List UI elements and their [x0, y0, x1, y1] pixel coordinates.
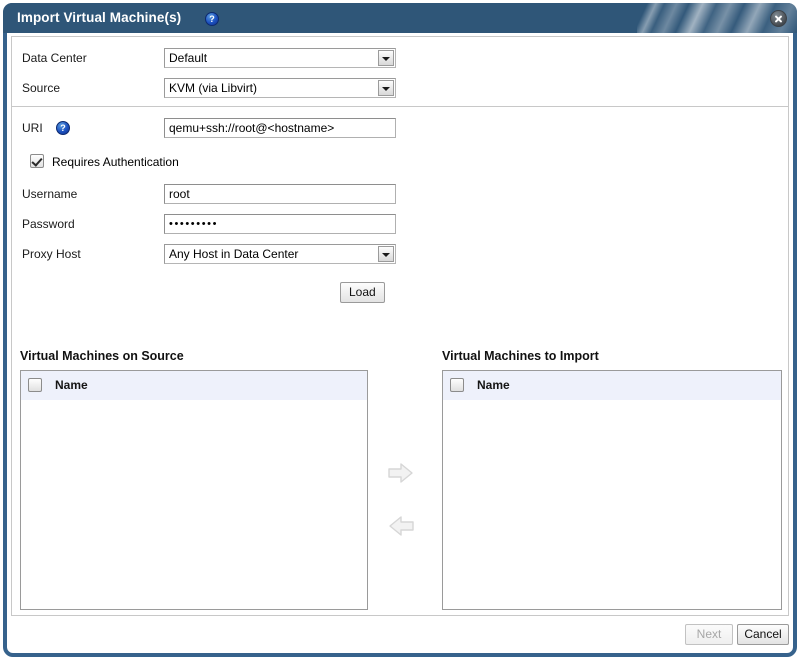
proxy-host-row: Proxy Host Any Host in Data Center	[12, 243, 788, 265]
next-button[interactable]: Next	[685, 624, 733, 645]
data-center-value: Default	[169, 49, 375, 67]
target-list[interactable]: Name	[442, 370, 782, 610]
source-select[interactable]: KVM (via Libvirt)	[164, 78, 396, 98]
source-select-all-checkbox[interactable]	[28, 378, 42, 392]
dialog-footer: Next Cancel	[7, 619, 793, 653]
requires-authentication-checkbox[interactable]	[30, 154, 44, 168]
data-center-select[interactable]: Default	[164, 48, 396, 68]
source-list-body[interactable]	[21, 400, 367, 609]
proxy-host-value: Any Host in Data Center	[169, 245, 375, 263]
source-list[interactable]: Name	[20, 370, 368, 610]
load-button[interactable]: Load	[340, 282, 385, 303]
chevron-down-icon[interactable]	[378, 246, 394, 262]
username-row: Username	[12, 183, 788, 205]
password-label: Password	[22, 213, 75, 235]
password-row: Password •••••••••	[12, 213, 788, 235]
uri-input[interactable]	[164, 118, 396, 138]
source-list-header: Name	[21, 371, 367, 401]
import-virtual-machines-dialog: Import Virtual Machine(s) ? Data Center …	[0, 0, 800, 660]
section-divider	[12, 106, 788, 107]
dialog-title: Import Virtual Machine(s)	[17, 3, 181, 33]
source-list-title: Virtual Machines on Source	[20, 349, 184, 363]
chevron-down-icon[interactable]	[378, 50, 394, 66]
cancel-button[interactable]: Cancel	[737, 624, 789, 645]
data-center-label: Data Center	[22, 47, 87, 69]
uri-help-circle-icon[interactable]: ?	[56, 121, 70, 135]
arrow-left-icon[interactable]	[388, 515, 414, 537]
source-column-header-name: Name	[55, 371, 88, 400]
proxy-host-select[interactable]: Any Host in Data Center	[164, 244, 396, 264]
chevron-down-icon[interactable]	[378, 80, 394, 96]
data-center-row: Data Center Default	[12, 47, 788, 69]
close-icon[interactable]	[770, 10, 787, 27]
uri-label: URI	[22, 117, 43, 139]
target-list-header: Name	[443, 371, 781, 401]
dialog-content: Data Center Default Source KVM (via Libv…	[7, 33, 793, 619]
username-input[interactable]	[164, 184, 396, 204]
source-value: KVM (via Libvirt)	[169, 79, 375, 97]
requires-authentication-label: Requires Authentication	[52, 152, 179, 172]
target-list-title: Virtual Machines to Import	[442, 349, 599, 363]
uri-row: URI ?	[12, 117, 788, 139]
target-select-all-checkbox[interactable]	[450, 378, 464, 392]
dialog-form-panel: Data Center Default Source KVM (via Libv…	[11, 36, 789, 616]
requires-authentication-row: Requires Authentication	[30, 152, 330, 172]
target-list-body[interactable]	[443, 400, 781, 609]
proxy-host-label: Proxy Host	[22, 243, 81, 265]
source-label: Source	[22, 77, 60, 99]
source-row: Source KVM (via Libvirt)	[12, 77, 788, 99]
username-label: Username	[22, 183, 77, 205]
password-input[interactable]: •••••••••	[164, 214, 396, 234]
target-column-header-name: Name	[477, 371, 510, 400]
arrow-right-icon[interactable]	[388, 462, 414, 484]
dialog-titlebar: Import Virtual Machine(s) ?	[3, 3, 797, 33]
help-circle-icon[interactable]: ?	[205, 12, 219, 26]
